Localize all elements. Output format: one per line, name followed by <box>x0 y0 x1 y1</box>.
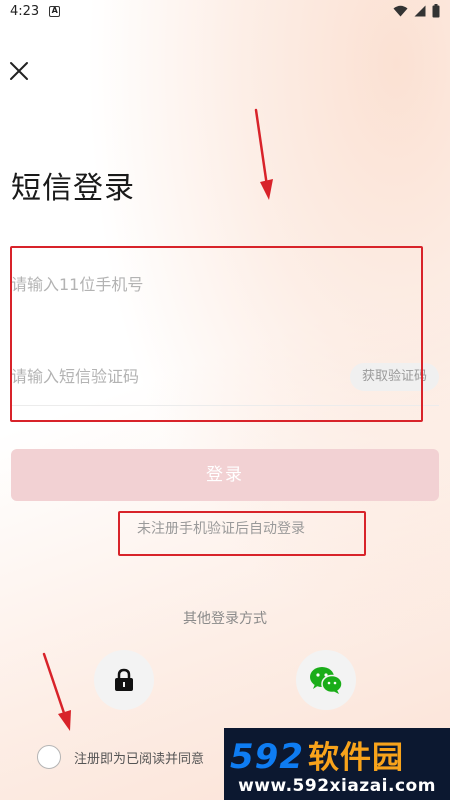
status-bar: 4:23 A <box>0 0 450 22</box>
status-icons <box>393 4 440 18</box>
agreement-row: 注册即为已阅读并同意 <box>37 745 204 769</box>
close-icon <box>10 62 28 80</box>
password-login-button[interactable] <box>94 650 154 710</box>
annotation-arrow-bottom <box>42 652 71 731</box>
wechat-icon <box>310 667 343 694</box>
login-button[interactable]: 登录 <box>11 449 439 501</box>
close-button[interactable] <box>8 60 30 82</box>
agreement-checkbox[interactable] <box>37 745 61 769</box>
battery-icon <box>432 4 440 18</box>
wechat-login-button[interactable] <box>296 650 356 710</box>
notification-icon: A <box>49 5 61 17</box>
watermark-brand: 592 软件园 <box>230 732 404 777</box>
agreement-text: 注册即为已阅读并同意 <box>74 751 205 767</box>
status-time: 4:23 <box>10 3 40 19</box>
annotation-box-hint <box>118 511 366 556</box>
signal-icon <box>414 5 426 17</box>
watermark-number: 592 <box>230 737 304 777</box>
page-title: 短信登录 <box>11 171 135 206</box>
watermark-brand-cn: 软件园 <box>307 740 404 776</box>
lock-icon <box>115 668 133 691</box>
other-login-label: 其他登录方式 <box>183 611 267 627</box>
wifi-icon <box>393 5 408 17</box>
annotation-arrow-top <box>254 108 273 200</box>
watermark-logo: 592 软件园 www.592xiazai.com <box>224 728 450 800</box>
annotation-box-inputs <box>10 246 423 422</box>
watermark-url: www.592xiazai.com <box>238 776 436 796</box>
